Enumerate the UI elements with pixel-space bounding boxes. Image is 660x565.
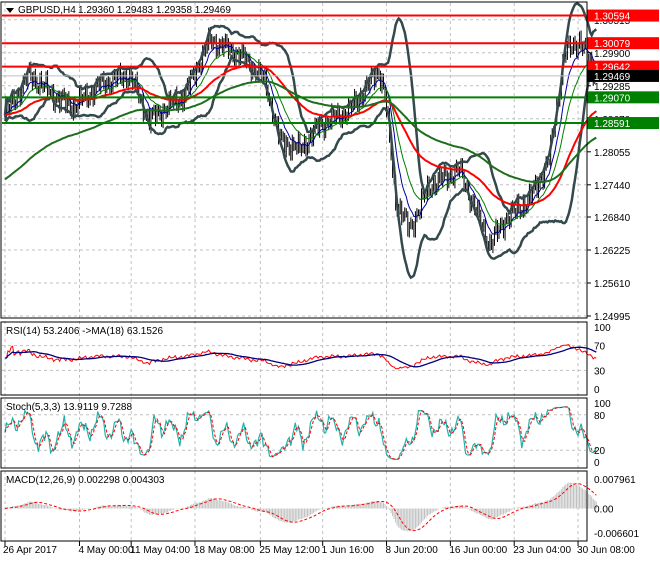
- rsi-label: RSI(14) 53.2406 ->MA(18) 63.1526: [6, 326, 163, 337]
- price-panel[interactable]: [2, 2, 598, 280]
- time-label: 1 Jun 16:00: [322, 545, 375, 556]
- rsi-tick-label: 30: [594, 366, 606, 377]
- chart-ohlc: 1.29360 1.29483 1.29358 1.29469: [78, 5, 231, 16]
- time-label: 25 May 12:00: [259, 545, 320, 556]
- stoch-tick-label: 100: [594, 399, 611, 410]
- rsi-panel[interactable]: [2, 344, 597, 371]
- stoch-label: Stoch(5,3,3) 13.9119 9.7288: [6, 402, 132, 413]
- stoch-panel[interactable]: [2, 406, 597, 461]
- price-tick-label: 1.26840: [594, 213, 631, 224]
- stoch-tick-label: 0: [594, 458, 600, 469]
- rsi-tick-label: 0: [594, 385, 600, 396]
- rsi-tick-label: 70: [594, 342, 606, 353]
- stoch-tick-label: 80: [594, 411, 606, 422]
- macd-panel[interactable]: [4, 482, 597, 532]
- bollinger-lower: [3, 54, 598, 280]
- trading-chart[interactable]: 26 Apr 2017 4 May 00:0011 May 04:00 18 May…: [0, 0, 660, 560]
- ma-green-line: [4, 80, 597, 184]
- price-tick-label: 1.24995: [594, 312, 631, 323]
- price-tick-label: 1.26225: [594, 246, 631, 257]
- time-label: 30 Jun 08:00: [577, 545, 635, 556]
- time-label: 4 May 00:00: [78, 545, 133, 556]
- level-label: 1.30079: [594, 39, 631, 50]
- macd-signal-line: [4, 483, 597, 532]
- time-label: 11 May 04:00: [130, 545, 190, 556]
- macd-tick-label: 0.007961: [594, 475, 636, 486]
- price-tick-label: 1.29285: [594, 82, 631, 93]
- price-tick-label: 1.27440: [594, 181, 631, 192]
- time-label: 16 Jun 00:00: [449, 545, 507, 556]
- time-label: 8 Jun 20:00: [386, 545, 439, 556]
- time-label: 18 May 08:00: [194, 545, 255, 556]
- chart-symbol: GBPUSD,H4: [18, 5, 76, 16]
- ma-mid-line: [4, 50, 597, 226]
- collapse-arrow-icon[interactable]: [6, 8, 14, 13]
- stoch-tick-label: 20: [594, 446, 606, 457]
- price-tick-label: 1.29900: [594, 49, 631, 60]
- level-label: 1.30594: [594, 12, 631, 23]
- rsi-ma-line: [5, 346, 597, 368]
- price-tick-label: 1.28055: [594, 148, 631, 159]
- level-label: 1.28591: [594, 119, 631, 130]
- macd-label: MACD(12,26,9) 0.002298 0.004303: [6, 475, 165, 486]
- time-label: 26 Apr 2017: [3, 545, 57, 556]
- rsi-tick-label: 100: [594, 323, 611, 334]
- price-tick-label: 1.25610: [594, 279, 631, 290]
- level-label: 1.29070: [594, 93, 631, 104]
- time-label: 23 Jun 04:00: [513, 545, 571, 556]
- price-panel-border: [0, 1, 588, 319]
- ma-fast-line: [4, 44, 597, 235]
- macd-tick-label: -0.006601: [594, 529, 639, 540]
- bollinger-upper: [3, 2, 598, 216]
- macd-tick-label: 0.00: [594, 505, 614, 516]
- level-label: 1.29469: [594, 72, 631, 83]
